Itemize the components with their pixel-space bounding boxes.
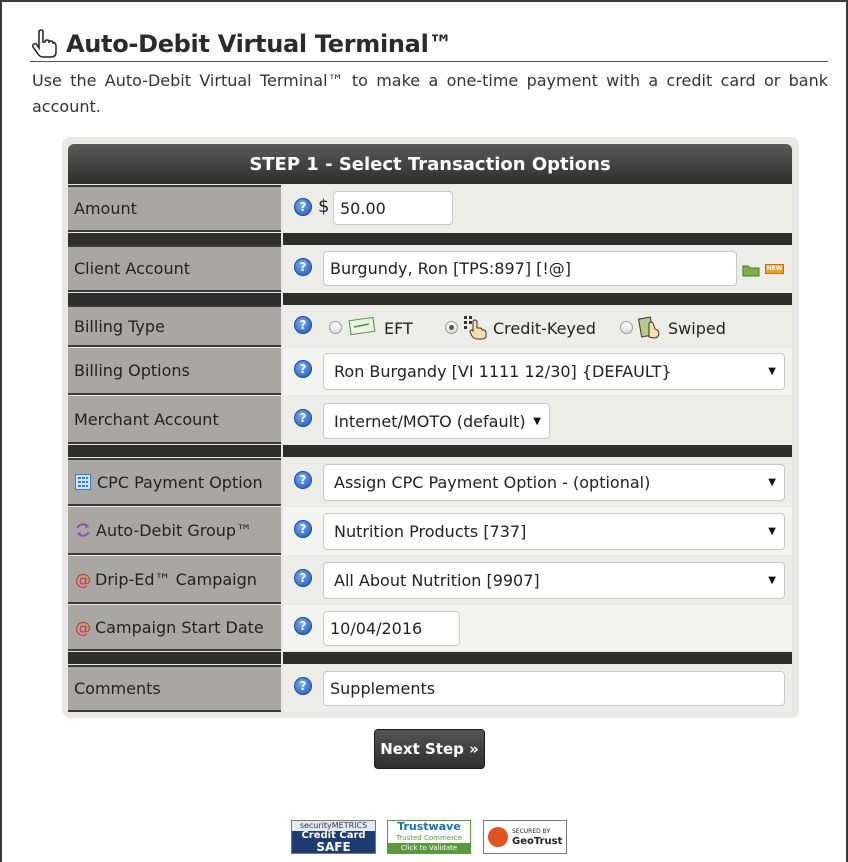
drip-campaign-select[interactable]: All About Nutrition [9907] ▼ [323, 562, 785, 599]
cpc-payment-option-text: CPC Payment Option [97, 472, 263, 492]
help-icon[interactable]: ? [294, 360, 312, 378]
check-eft-icon [348, 316, 376, 336]
amount-input[interactable]: 50.00 [333, 191, 453, 225]
merchant-account-label: Merchant Account [68, 396, 281, 444]
currency-symbol: $ [318, 196, 330, 217]
new-badge-icon[interactable]: NEW [765, 264, 784, 274]
help-icon[interactable]: ? [294, 471, 312, 489]
radio-credit-keyed[interactable] [445, 321, 458, 334]
merchant-account-value: Internet/MOTO (default) [334, 411, 526, 431]
pointing-hand-icon [31, 28, 57, 58]
radio-label-credit-keyed: Credit-Keyed [493, 319, 596, 338]
help-icon[interactable]: ? [294, 677, 312, 695]
chevron-down-icon: ▼ [768, 366, 776, 377]
page-header: Auto-Debit Virtual Terminal™ [30, 26, 828, 62]
intro-text: Use the Auto-Debit Virtual Terminal™ to … [32, 71, 828, 116]
badge-line: SAFE [316, 840, 351, 854]
trustwave-badge[interactable]: Trustwave Trusted Commerce Click to Vali… [387, 820, 471, 854]
badge-line: Trusted Commerce [396, 834, 462, 842]
help-icon[interactable]: ? [294, 198, 312, 216]
folder-icon[interactable] [742, 263, 760, 277]
next-step-button[interactable]: Next Step » [374, 729, 485, 769]
auto-debit-group-label: Auto-Debit Group™ [68, 507, 281, 555]
help-icon[interactable]: ? [294, 316, 312, 334]
geotrust-logo-icon [488, 827, 508, 847]
radio-label-eft: EFT [384, 319, 413, 338]
chevron-down-icon: ▼ [768, 477, 776, 488]
client-account-input[interactable]: Burgundy, Ron [TPS:897] [!@] [323, 251, 737, 286]
radio-swiped[interactable] [620, 321, 633, 334]
help-icon[interactable]: ? [294, 258, 312, 276]
billing-options-select[interactable]: Ron Burgandy [VI 1111 12/30] {DEFAULT} ▼ [323, 353, 785, 390]
campaign-start-date-label: @ Campaign Start Date [68, 605, 281, 651]
step-header: STEP 1 - Select Transaction Options [68, 144, 792, 184]
radio-eft[interactable] [329, 321, 342, 334]
campaign-start-date-input[interactable]: 10/04/2016 [323, 611, 460, 646]
comments-input[interactable]: Supplements [323, 671, 785, 706]
securitymetrics-badge[interactable]: securityMETRICS Credit Card SAFE [291, 820, 376, 854]
row-separator [68, 445, 792, 457]
calculator-icon [75, 474, 91, 490]
billing-options-value: Ron Burgandy [VI 1111 12/30] {DEFAULT} [334, 362, 672, 381]
help-icon[interactable]: ? [294, 409, 312, 427]
amount-label: Amount [68, 185, 281, 232]
auto-debit-group-select[interactable]: Nutrition Products [737] ▼ [323, 513, 785, 550]
badge-line: GeoTrust [512, 836, 563, 847]
keyed-hand-icon [464, 316, 487, 340]
row-separator [68, 652, 792, 664]
billing-options-label: Billing Options [68, 348, 281, 395]
help-icon[interactable]: ? [294, 617, 312, 635]
billing-type-label: Billing Type [68, 305, 281, 347]
cpc-payment-option-label: CPC Payment Option [68, 458, 281, 506]
campaign-start-date-text: Campaign Start Date [95, 617, 264, 637]
badge-line: Trustwave [397, 820, 461, 833]
at-sign-icon: @ [75, 617, 91, 637]
drip-campaign-value: All About Nutrition [9907] [334, 571, 540, 590]
merchant-account-select[interactable]: Internet/MOTO (default) ▼ [323, 403, 550, 439]
help-icon[interactable]: ? [294, 569, 312, 587]
swiped-card-icon [637, 316, 660, 339]
badge-line: Click to Validate [388, 843, 470, 853]
cpc-payment-option-select[interactable]: Assign CPC Payment Option - (optional) ▼ [323, 464, 785, 501]
refresh-icon [76, 523, 90, 537]
at-sign-icon: @ [75, 569, 91, 589]
drip-campaign-text: Drip-Ed™ Campaign [95, 569, 257, 589]
row-separator [68, 293, 792, 305]
comments-label: Comments [68, 665, 281, 712]
geotrust-badge[interactable]: SECURED BY GeoTrust [483, 820, 567, 854]
auto-debit-group-value: Nutrition Products [737] [334, 522, 527, 541]
help-icon[interactable]: ? [294, 520, 312, 538]
radio-label-swiped: Swiped [668, 319, 726, 338]
drip-campaign-label: @ Drip-Ed™ Campaign [68, 556, 281, 604]
client-account-label: Client Account [68, 245, 281, 292]
cpc-payment-option-value: Assign CPC Payment Option - (optional) [334, 473, 651, 492]
chevron-down-icon: ▼ [768, 526, 776, 537]
auto-debit-group-text: Auto-Debit Group™ [96, 520, 253, 540]
page-title: Auto-Debit Virtual Terminal™ [66, 29, 453, 58]
chevron-down-icon: ▼ [533, 415, 541, 427]
chevron-down-icon: ▼ [768, 575, 776, 586]
row-separator [68, 233, 792, 245]
